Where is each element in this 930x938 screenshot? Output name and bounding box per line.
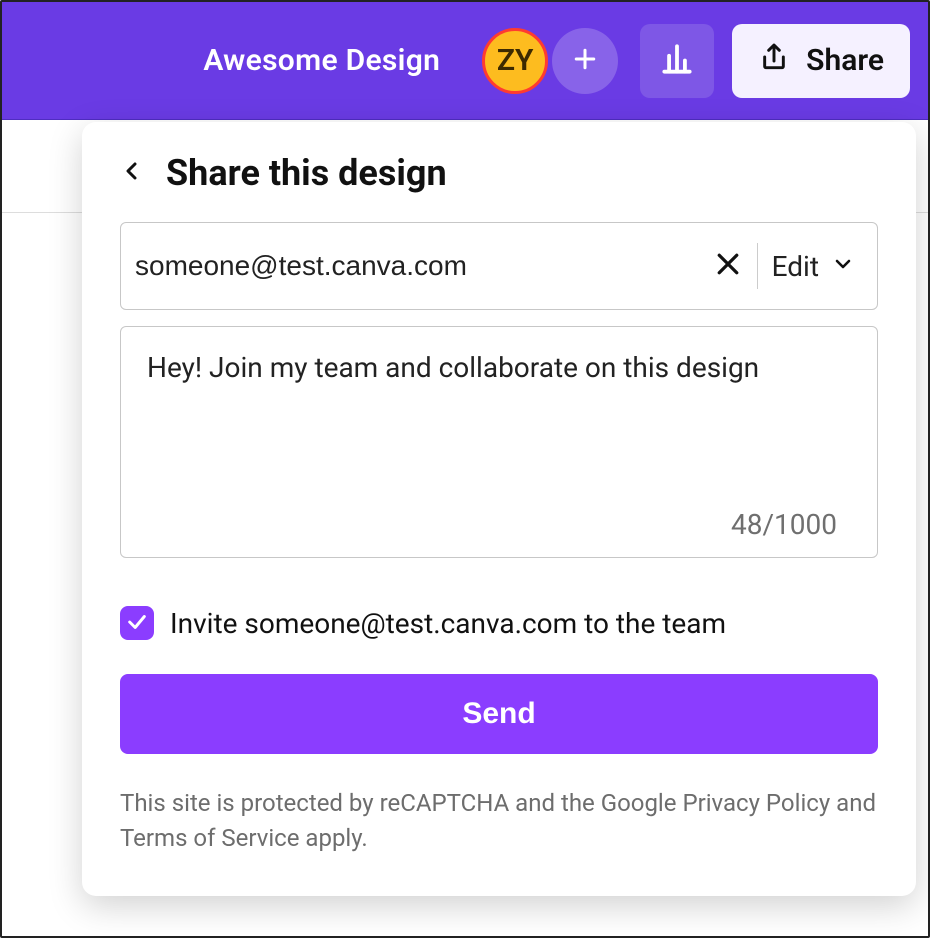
share-panel: Share this design Edit 48/1000 Invite so… [82,122,916,896]
invite-checkbox[interactable] [120,606,154,640]
legal-text: This site is protected by reCAPTCHA and … [120,786,878,856]
analytics-button[interactable] [640,24,714,98]
recipient-input[interactable] [135,223,699,309]
plus-icon [570,44,600,78]
invite-row: Invite someone@test.canva.com to the tea… [120,606,878,640]
back-button[interactable] [120,154,144,192]
chevron-left-icon [120,154,144,192]
close-icon [713,249,743,283]
separator [757,243,758,289]
share-icon [758,41,790,81]
clear-recipient-button[interactable] [713,249,743,283]
char-counter: 48/1000 [731,508,837,541]
avatar-initials: ZY [497,43,534,78]
message-field: 48/1000 [120,326,878,558]
check-icon [126,607,148,640]
design-title[interactable]: Awesome Design [203,43,440,78]
bar-chart-icon [658,40,696,82]
invite-label: Invite someone@test.canva.com to the tea… [170,607,726,640]
recipient-field: Edit [120,222,878,310]
permission-dropdown[interactable]: Edit [772,250,855,283]
panel-title: Share this design [166,152,447,194]
panel-header: Share this design [120,152,878,194]
share-button-label: Share [806,43,884,78]
chevron-down-icon [831,250,855,283]
permission-label: Edit [772,250,819,283]
share-button[interactable]: Share [732,24,910,98]
send-button[interactable]: Send [120,674,878,754]
add-collaborator-button[interactable] [552,28,618,94]
avatar[interactable]: ZY [482,28,548,94]
top-bar: Awesome Design ZY Share [2,2,928,120]
